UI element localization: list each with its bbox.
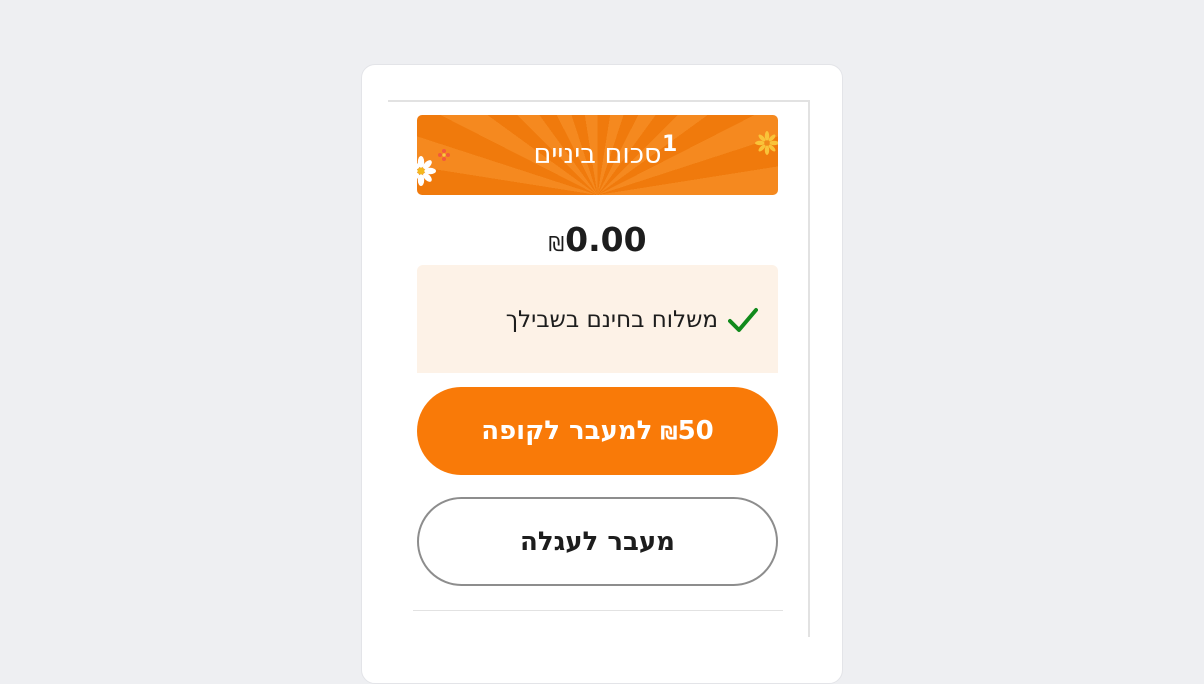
cart-summary-card: סכום ביניים 1 ₪0.00 משלוח בחינם בשבילך ₪… [361,64,843,684]
checkout-amount-value: 50 [677,416,714,446]
currency-symbol: ₪ [548,232,565,256]
go-to-cart-label: מעבר לעגלה [520,526,675,557]
subtotal-banner: סכום ביניים 1 [417,115,778,195]
checkout-amount: ₪50 [660,416,713,446]
checkmark-icon [728,308,758,332]
checkout-button-label: למעבר לקופה [481,416,653,446]
divider-right [808,100,810,637]
subtotal-value: 0.00 [565,220,647,259]
go-to-cart-button[interactable]: מעבר לעגלה [417,497,778,586]
divider-bottom [413,610,783,611]
checkout-currency: ₪ [660,422,678,444]
free-shipping-text: משלוח בחינם בשבילך [505,307,718,333]
item-count-badge: 1 [662,132,678,157]
checkout-button[interactable]: ₪50 למעבר לקופה [417,387,778,475]
free-shipping-row: משלוח בחינם בשבילך [506,305,758,335]
subtotal-amount: ₪0.00 [417,218,778,266]
free-shipping-notice: משלוח בחינם בשבילך [417,265,778,373]
divider-top [388,100,809,102]
subtotal-label: סכום ביניים [533,139,662,170]
